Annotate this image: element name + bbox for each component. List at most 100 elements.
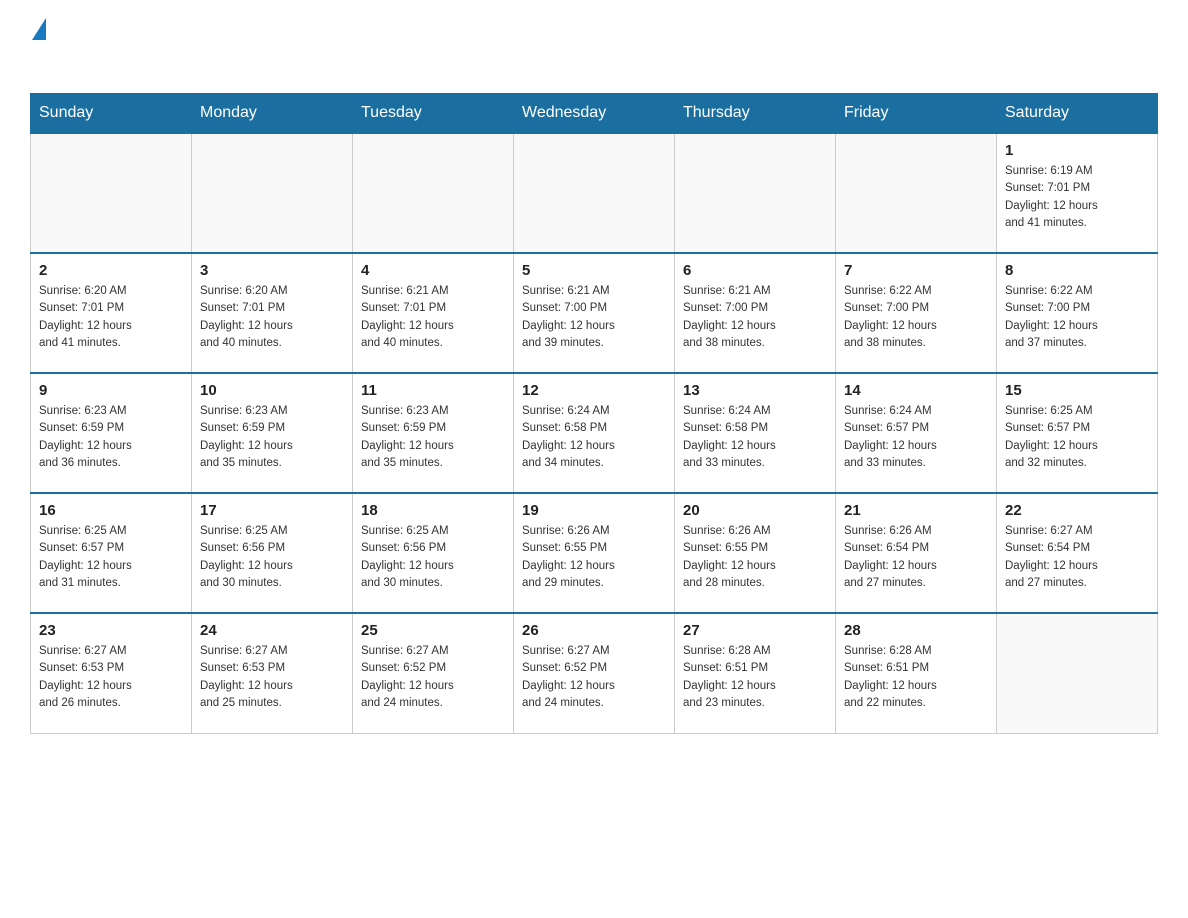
day-info: Sunrise: 6:23 AMSunset: 6:59 PMDaylight:…	[200, 403, 344, 472]
calendar-cell: 21 Sunrise: 6:26 AMSunset: 6:54 PMDayligh…	[836, 493, 997, 613]
calendar-cell: 14 Sunrise: 6:24 AMSunset: 6:57 PMDayligh…	[836, 373, 997, 493]
day-info: Sunrise: 6:19 AMSunset: 7:01 PMDaylight:…	[1005, 163, 1149, 232]
calendar-cell	[514, 133, 675, 253]
header-thursday: Thursday	[675, 94, 836, 134]
calendar-cell: 25 Sunrise: 6:27 AMSunset: 6:52 PMDayligh…	[353, 613, 514, 733]
day-number: 16	[39, 502, 183, 519]
day-info: Sunrise: 6:24 AMSunset: 6:57 PMDaylight:…	[844, 403, 988, 472]
day-number: 11	[361, 382, 505, 399]
day-info: Sunrise: 6:22 AMSunset: 7:00 PMDaylight:…	[1005, 283, 1149, 352]
week-row-3: 16 Sunrise: 6:25 AMSunset: 6:57 PMDayligh…	[31, 493, 1158, 613]
day-info: Sunrise: 6:24 AMSunset: 6:58 PMDaylight:…	[683, 403, 827, 472]
calendar-cell: 15Sunrise: 6:25 AMSunset: 6:57 PMDayligh…	[997, 373, 1158, 493]
calendar-cell: 26 Sunrise: 6:27 AMSunset: 6:52 PMDayligh…	[514, 613, 675, 733]
day-info: Sunrise: 6:27 AMSunset: 6:52 PMDaylight:…	[361, 643, 505, 712]
calendar-cell	[997, 613, 1158, 733]
day-info: Sunrise: 6:25 AMSunset: 6:56 PMDaylight:…	[200, 523, 344, 592]
day-info: Sunrise: 6:25 AMSunset: 6:57 PMDaylight:…	[39, 523, 183, 592]
week-row-4: 23 Sunrise: 6:27 AMSunset: 6:53 PMDayligh…	[31, 613, 1158, 733]
calendar-cell: 8Sunrise: 6:22 AMSunset: 7:00 PMDaylight…	[997, 253, 1158, 373]
day-number: 17	[200, 502, 344, 519]
day-number: 25	[361, 622, 505, 639]
calendar-cell: 9 Sunrise: 6:23 AMSunset: 6:59 PMDaylight…	[31, 373, 192, 493]
day-info: Sunrise: 6:27 AMSunset: 6:53 PMDaylight:…	[39, 643, 183, 712]
logo	[30, 20, 46, 73]
calendar-cell: 6 Sunrise: 6:21 AMSunset: 7:00 PMDaylight…	[675, 253, 836, 373]
day-info: Sunrise: 6:21 AMSunset: 7:01 PMDaylight:…	[361, 283, 505, 352]
weekday-header-row: Sunday Monday Tuesday Wednesday Thursday…	[31, 94, 1158, 134]
day-number: 20	[683, 502, 827, 519]
header-monday: Monday	[192, 94, 353, 134]
day-number: 10	[200, 382, 344, 399]
day-info: Sunrise: 6:27 AMSunset: 6:53 PMDaylight:…	[200, 643, 344, 712]
day-number: 26	[522, 622, 666, 639]
week-row-0: 1Sunrise: 6:19 AMSunset: 7:01 PMDaylight…	[31, 133, 1158, 253]
day-info: Sunrise: 6:20 AMSunset: 7:01 PMDaylight:…	[200, 283, 344, 352]
calendar-cell: 19 Sunrise: 6:26 AMSunset: 6:55 PMDayligh…	[514, 493, 675, 613]
calendar-cell: 7 Sunrise: 6:22 AMSunset: 7:00 PMDaylight…	[836, 253, 997, 373]
day-info: Sunrise: 6:21 AMSunset: 7:00 PMDaylight:…	[522, 283, 666, 352]
calendar-cell: 28 Sunrise: 6:28 AMSunset: 6:51 PMDayligh…	[836, 613, 997, 733]
calendar-cell: 22 Sunrise: 6:27 AMSunset: 6:54 PMDayligh…	[997, 493, 1158, 613]
day-number: 21	[844, 502, 988, 519]
day-info: Sunrise: 6:23 AMSunset: 6:59 PMDaylight:…	[361, 403, 505, 472]
calendar-cell: 24 Sunrise: 6:27 AMSunset: 6:53 PMDayligh…	[192, 613, 353, 733]
day-number: 14	[844, 382, 988, 399]
day-number: 18	[361, 502, 505, 519]
day-info: Sunrise: 6:25 AMSunset: 6:56 PMDaylight:…	[361, 523, 505, 592]
calendar-cell	[675, 133, 836, 253]
calendar-cell: 17 Sunrise: 6:25 AMSunset: 6:56 PMDayligh…	[192, 493, 353, 613]
day-info: Sunrise: 6:28 AMSunset: 6:51 PMDaylight:…	[683, 643, 827, 712]
day-info: Sunrise: 6:24 AMSunset: 6:58 PMDaylight:…	[522, 403, 666, 472]
calendar-cell: 16 Sunrise: 6:25 AMSunset: 6:57 PMDayligh…	[31, 493, 192, 613]
day-number: 28	[844, 622, 988, 639]
day-info: Sunrise: 6:26 AMSunset: 6:55 PMDaylight:…	[683, 523, 827, 592]
day-info: Sunrise: 6:28 AMSunset: 6:51 PMDaylight:…	[844, 643, 988, 712]
calendar-cell: 23 Sunrise: 6:27 AMSunset: 6:53 PMDayligh…	[31, 613, 192, 733]
header-wednesday: Wednesday	[514, 94, 675, 134]
day-number: 4	[361, 262, 505, 279]
day-number: 6	[683, 262, 827, 279]
day-number: 27	[683, 622, 827, 639]
day-number: 5	[522, 262, 666, 279]
day-number: 13	[683, 382, 827, 399]
day-number: 24	[200, 622, 344, 639]
calendar-cell: 10 Sunrise: 6:23 AMSunset: 6:59 PMDayligh…	[192, 373, 353, 493]
day-number: 22	[1005, 502, 1149, 519]
day-info: Sunrise: 6:27 AMSunset: 6:54 PMDaylight:…	[1005, 523, 1149, 592]
day-number: 3	[200, 262, 344, 279]
day-number: 19	[522, 502, 666, 519]
day-info: Sunrise: 6:23 AMSunset: 6:59 PMDaylight:…	[39, 403, 183, 472]
day-info: Sunrise: 6:26 AMSunset: 6:55 PMDaylight:…	[522, 523, 666, 592]
calendar-cell: 20 Sunrise: 6:26 AMSunset: 6:55 PMDayligh…	[675, 493, 836, 613]
header-tuesday: Tuesday	[353, 94, 514, 134]
week-row-2: 9 Sunrise: 6:23 AMSunset: 6:59 PMDaylight…	[31, 373, 1158, 493]
calendar-cell: 11 Sunrise: 6:23 AMSunset: 6:59 PMDayligh…	[353, 373, 514, 493]
calendar-cell: 12 Sunrise: 6:24 AMSunset: 6:58 PMDayligh…	[514, 373, 675, 493]
calendar-table: Sunday Monday Tuesday Wednesday Thursday…	[30, 93, 1158, 734]
calendar-cell	[192, 133, 353, 253]
calendar-cell: 18 Sunrise: 6:25 AMSunset: 6:56 PMDayligh…	[353, 493, 514, 613]
calendar-cell: 2 Sunrise: 6:20 AMSunset: 7:01 PMDaylight…	[31, 253, 192, 373]
day-info: Sunrise: 6:26 AMSunset: 6:54 PMDaylight:…	[844, 523, 988, 592]
logo-triangle-icon	[32, 18, 46, 40]
day-number: 15	[1005, 382, 1149, 399]
calendar-cell: 4 Sunrise: 6:21 AMSunset: 7:01 PMDaylight…	[353, 253, 514, 373]
calendar-cell: 13 Sunrise: 6:24 AMSunset: 6:58 PMDayligh…	[675, 373, 836, 493]
header-saturday: Saturday	[997, 94, 1158, 134]
day-number: 9	[39, 382, 183, 399]
day-info: Sunrise: 6:21 AMSunset: 7:00 PMDaylight:…	[683, 283, 827, 352]
calendar-cell	[353, 133, 514, 253]
day-info: Sunrise: 6:27 AMSunset: 6:52 PMDaylight:…	[522, 643, 666, 712]
calendar-cell: 27 Sunrise: 6:28 AMSunset: 6:51 PMDayligh…	[675, 613, 836, 733]
calendar-cell: 3 Sunrise: 6:20 AMSunset: 7:01 PMDaylight…	[192, 253, 353, 373]
week-row-1: 2 Sunrise: 6:20 AMSunset: 7:01 PMDaylight…	[31, 253, 1158, 373]
page-header	[30, 20, 1158, 73]
calendar-cell	[31, 133, 192, 253]
day-number: 2	[39, 262, 183, 279]
day-info: Sunrise: 6:20 AMSunset: 7:01 PMDaylight:…	[39, 283, 183, 352]
day-number: 23	[39, 622, 183, 639]
day-number: 7	[844, 262, 988, 279]
day-number: 12	[522, 382, 666, 399]
day-info: Sunrise: 6:22 AMSunset: 7:00 PMDaylight:…	[844, 283, 988, 352]
